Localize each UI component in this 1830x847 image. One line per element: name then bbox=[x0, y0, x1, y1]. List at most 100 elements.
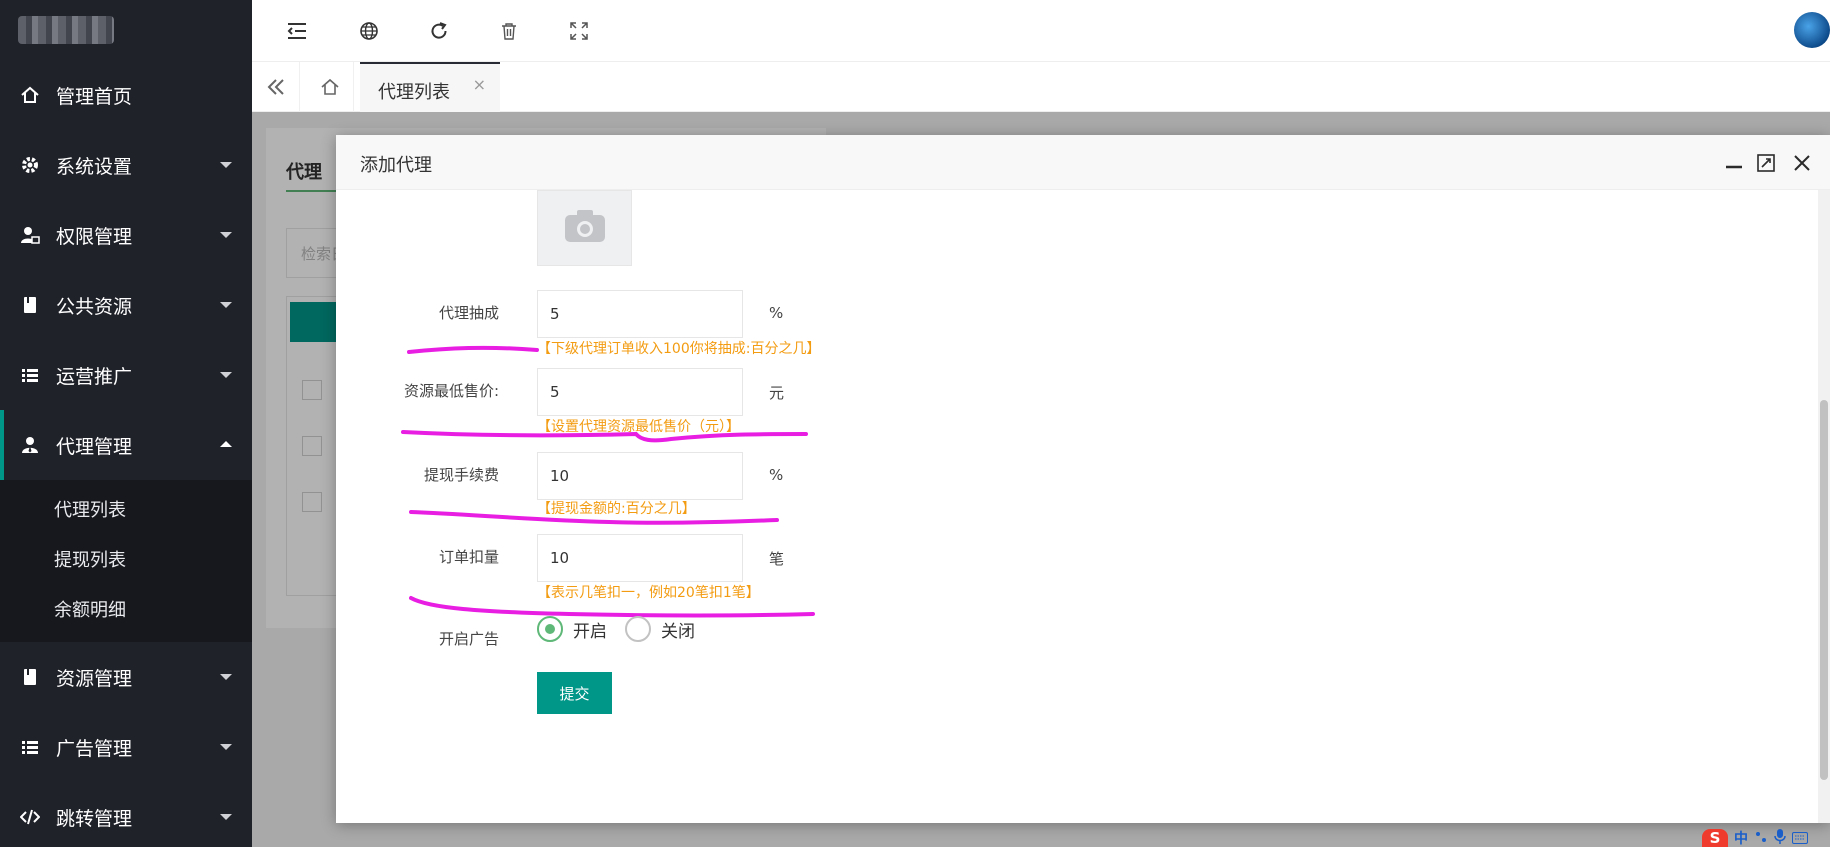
app-window: 管理首页 系统设置 权限管理 公共资源 运营推广 代理管理 代理列表 提现列表 … bbox=[0, 0, 1830, 847]
sidebar-nav: 管理首页 系统设置 权限管理 公共资源 运营推广 代理管理 bbox=[0, 60, 252, 480]
sidebar-item-label: 系统设置 bbox=[56, 155, 133, 178]
code-icon bbox=[20, 807, 40, 827]
book-icon bbox=[20, 295, 40, 315]
gear-icon bbox=[20, 155, 40, 175]
sidebar-subitem-withdraw-list[interactable]: 提现列表 bbox=[0, 536, 252, 586]
sidebar-item-label: 资源管理 bbox=[56, 667, 133, 690]
modal-scrollbar[interactable] bbox=[1818, 190, 1830, 823]
add-agent-modal: 添加代理 代理抽成 % 【下级代 bbox=[336, 135, 1830, 823]
sidebar-item-home[interactable]: 管理首页 bbox=[0, 60, 252, 130]
logo bbox=[0, 0, 252, 60]
chevron-down-icon bbox=[220, 744, 232, 750]
keyboard-icon[interactable] bbox=[1792, 829, 1808, 847]
chevron-down-icon bbox=[220, 372, 232, 378]
sidebar-item-resources[interactable]: 资源管理 bbox=[0, 642, 252, 712]
refresh-icon[interactable] bbox=[424, 16, 454, 46]
order-deduct-hint: 【表示几笔扣一，例如20笔扣1笔】 bbox=[537, 585, 760, 601]
sidebar-subitem-agent-list[interactable]: 代理列表 bbox=[0, 486, 252, 536]
sidebar-subitem-balance-detail[interactable]: 余额明细 bbox=[0, 586, 252, 636]
home-tab-icon[interactable] bbox=[306, 62, 354, 112]
list-icon bbox=[20, 365, 40, 385]
input-language-indicator[interactable]: 中 bbox=[1734, 828, 1748, 847]
globe-icon[interactable] bbox=[354, 16, 384, 46]
commission-input[interactable] bbox=[537, 290, 743, 338]
min-price-unit: 元 bbox=[769, 384, 785, 402]
withdraw-fee-label: 提现手续费 bbox=[423, 466, 499, 484]
sidebar-item-label: 运营推广 bbox=[56, 365, 133, 388]
sidebar-item-system-settings[interactable]: 系统设置 bbox=[0, 130, 252, 200]
book-icon bbox=[20, 667, 40, 687]
ad-radio-on[interactable]: 开启 bbox=[537, 616, 607, 642]
chevron-down-icon bbox=[220, 674, 232, 680]
order-deduct-label: 订单扣量 bbox=[438, 548, 499, 566]
scrollbar-thumb[interactable] bbox=[1820, 400, 1828, 780]
chevron-down-icon bbox=[220, 814, 232, 820]
image-upload[interactable] bbox=[537, 190, 632, 266]
logo-image bbox=[18, 16, 114, 44]
trash-icon[interactable] bbox=[494, 16, 524, 46]
tab-label: 代理列表 bbox=[378, 82, 450, 103]
home-icon bbox=[20, 85, 40, 105]
sidebar-item-marketing[interactable]: 运营推广 bbox=[0, 340, 252, 410]
sidebar-item-label: 公共资源 bbox=[56, 295, 133, 318]
sidebar: 管理首页 系统设置 权限管理 公共资源 运营推广 代理管理 代理列表 提现列表 … bbox=[0, 0, 252, 847]
sidebar-nav-lower: 资源管理 广告管理 跳转管理 bbox=[0, 642, 252, 847]
sidebar-item-label: 代理管理 bbox=[56, 435, 133, 458]
sidebar-item-label: 跳转管理 bbox=[56, 807, 133, 830]
input-method-logo[interactable]: S bbox=[1702, 829, 1728, 847]
order-deduct-input[interactable] bbox=[537, 534, 743, 582]
sidebar-item-redirects[interactable]: 跳转管理 bbox=[0, 782, 252, 847]
sidebar-item-agents[interactable]: 代理管理 bbox=[0, 410, 252, 480]
commission-unit: % bbox=[769, 304, 784, 322]
scribble-mark bbox=[407, 345, 539, 354]
min-price-input[interactable] bbox=[537, 368, 743, 416]
withdraw-fee-unit: % bbox=[769, 466, 784, 484]
sidebar-item-permissions[interactable]: 权限管理 bbox=[0, 200, 252, 270]
order-deduct-unit: 笔 bbox=[769, 550, 785, 568]
list-icon bbox=[20, 737, 40, 757]
chevron-up-icon bbox=[220, 441, 232, 447]
min-price-hint: 【设置代理资源最低售价（元）】 bbox=[537, 419, 740, 435]
sidebar-subnav-agents: 代理列表 提现列表 余额明细 bbox=[0, 480, 252, 642]
menu-toggle-icon[interactable] bbox=[282, 16, 312, 46]
user-tie-icon bbox=[20, 435, 40, 455]
minimize-icon[interactable] bbox=[1722, 151, 1746, 175]
min-price-label: 资源最低售价: bbox=[403, 382, 499, 400]
fullscreen-icon[interactable] bbox=[564, 16, 594, 46]
sidebar-item-label: 广告管理 bbox=[56, 737, 133, 760]
chevron-down-icon bbox=[220, 162, 232, 168]
chevron-down-icon bbox=[220, 232, 232, 238]
commission-label: 代理抽成 bbox=[438, 304, 499, 322]
withdraw-fee-hint: 【提现金额的:百分之几】 bbox=[537, 501, 696, 517]
add-agent-form: 代理抽成 % 【下级代理订单收入100你将抽成:百分之几】 资源最低售价: 元 … bbox=[349, 190, 1804, 810]
radio-label: 开启 bbox=[573, 621, 607, 642]
commission-hint: 【下级代理订单收入100你将抽成:百分之几】 bbox=[537, 341, 821, 357]
camera-icon bbox=[563, 208, 607, 248]
radio-label: 关闭 bbox=[661, 621, 695, 642]
tab-agent-list[interactable]: 代理列表 × bbox=[360, 62, 500, 112]
sidebar-item-public-resources[interactable]: 公共资源 bbox=[0, 270, 252, 340]
dots-icon[interactable] bbox=[1754, 829, 1768, 847]
maximize-icon[interactable] bbox=[1754, 151, 1778, 175]
close-icon[interactable] bbox=[1790, 151, 1814, 175]
ad-label: 开启广告 bbox=[438, 630, 499, 648]
top-header bbox=[252, 0, 1830, 62]
withdraw-fee-input[interactable] bbox=[537, 452, 743, 500]
modal-header: 添加代理 bbox=[336, 135, 1830, 190]
submit-button[interactable]: 提交 bbox=[537, 672, 612, 714]
user-lock-icon bbox=[20, 225, 40, 245]
double-chevron-left-icon[interactable] bbox=[252, 62, 300, 112]
chevron-down-icon bbox=[220, 302, 232, 308]
radio-unchecked-icon bbox=[625, 616, 651, 642]
sidebar-item-label: 管理首页 bbox=[56, 85, 133, 108]
tab-bar: 代理列表 × bbox=[252, 62, 1830, 112]
ad-radio-off[interactable]: 关闭 bbox=[625, 616, 695, 642]
microphone-icon[interactable] bbox=[1774, 828, 1786, 847]
sidebar-item-ads[interactable]: 广告管理 bbox=[0, 712, 252, 782]
close-icon[interactable]: × bbox=[473, 75, 486, 94]
avatar[interactable] bbox=[1794, 12, 1830, 48]
modal-body: 代理抽成 % 【下级代理订单收入100你将抽成:百分之几】 资源最低售价: 元 … bbox=[336, 190, 1830, 823]
sidebar-item-label: 权限管理 bbox=[56, 225, 133, 248]
system-tray: S 中 bbox=[1698, 829, 1830, 847]
radio-checked-icon bbox=[537, 616, 563, 642]
